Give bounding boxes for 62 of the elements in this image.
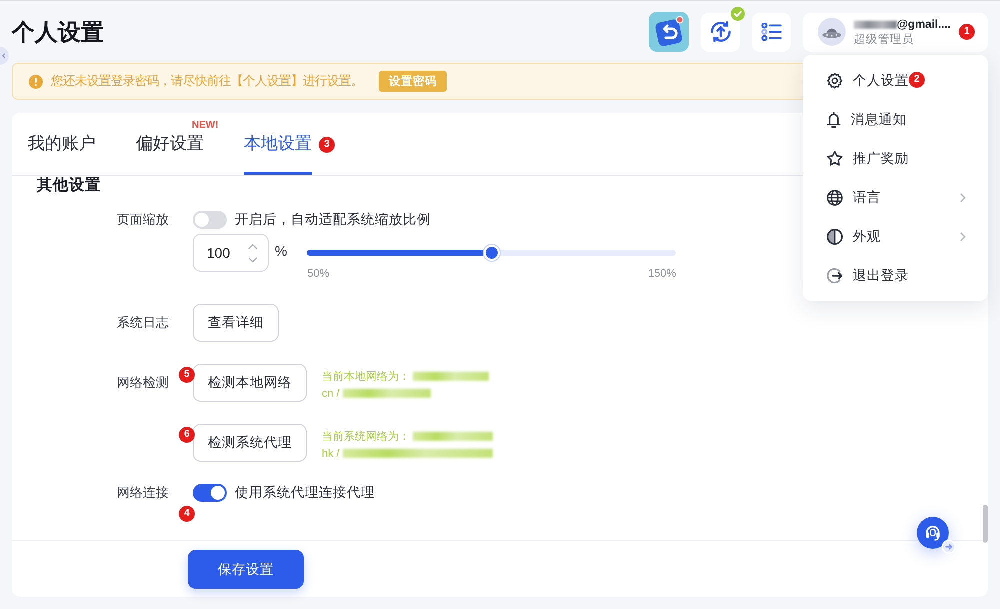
toggle-label: 开启后，自动适配系统缩放比例 [235,211,431,229]
list-icon [761,23,782,41]
setting-label: 系统日志 [116,314,169,332]
page-title: 个人设置 [12,18,104,46]
scrollbar-thumb[interactable] [983,505,988,543]
network-info-text: 当前系统网络为： [322,430,410,444]
slider-track[interactable] [307,245,676,261]
logout-icon [827,268,843,284]
number-badge: 3 [319,137,335,153]
slider-max-label: 150% [648,268,676,281]
network-info-text: hk / [322,448,340,460]
menu-item[interactable]: 推广奖励 [803,139,988,178]
tab[interactable]: 本地设置 [244,133,312,175]
toggle-switch[interactable] [193,484,227,502]
star-icon [827,151,843,166]
setting-label: 网络连接 [116,484,169,502]
chevron-right-icon [960,192,966,202]
collapse-handle-icon[interactable] [0,47,10,65]
number-badge: 5 [179,367,195,383]
setting-label: 页面缩放 [116,211,169,229]
user-email: @gmail.... [896,18,951,32]
toggle-switch[interactable] [193,211,227,229]
slider-min-label: 50% [307,268,330,281]
number-badge: 6 [179,427,195,443]
save-button[interactable]: 保存设置 [188,550,304,589]
check-badge-icon [731,6,745,20]
network-check-button[interactable]: 检测本地网络 [193,364,307,402]
bell-icon [827,112,841,128]
sync-button[interactable] [701,12,740,52]
menu-item[interactable]: 外观 [803,217,988,256]
warning-icon [29,74,43,88]
half-circle-icon [827,228,843,244]
settings-icon [827,72,843,88]
new-tag: NEW! [192,120,219,132]
sync-icon [710,21,732,43]
network-check-button[interactable]: 检测系统代理 [193,424,307,462]
headset-icon [925,525,941,541]
app-icon[interactable] [649,12,689,52]
number-badge: 4 [179,506,195,522]
view-details-button[interactable]: 查看详细 [193,304,279,342]
globe-icon [827,190,843,206]
chevron-right-icon [960,232,966,242]
section-title: 其他设置 [37,177,101,194]
tab[interactable]: 我的账户 [28,133,96,175]
number-badge: 2 [909,72,925,88]
blurred-text [854,20,897,28]
menu-item[interactable]: 消息通知 [803,100,988,139]
number-badge: 1 [959,24,975,40]
menu-item[interactable]: 退出登录 [803,256,988,295]
avatar-icon [818,17,846,47]
unit-label: % [275,242,288,261]
slider-thumb[interactable] [484,245,500,261]
tab[interactable]: 偏好设置 [136,133,204,175]
setting-label: 网络检测 [116,374,169,392]
network-info-text: 当前本地网络为： [322,370,410,384]
user-card[interactable]: @gmail.... 超级管理员 1 [803,12,988,52]
alert-message: 您还未设置登录密码，请尽快前往【个人设置】进行设置。 [51,73,363,90]
menu-item[interactable]: 语言 [803,178,988,217]
list-button[interactable] [752,12,791,52]
network-info-text: cn / [322,388,340,400]
toggle-label: 使用系统代理连接代理 [235,484,375,502]
user-role: 超级管理员 [854,32,915,46]
